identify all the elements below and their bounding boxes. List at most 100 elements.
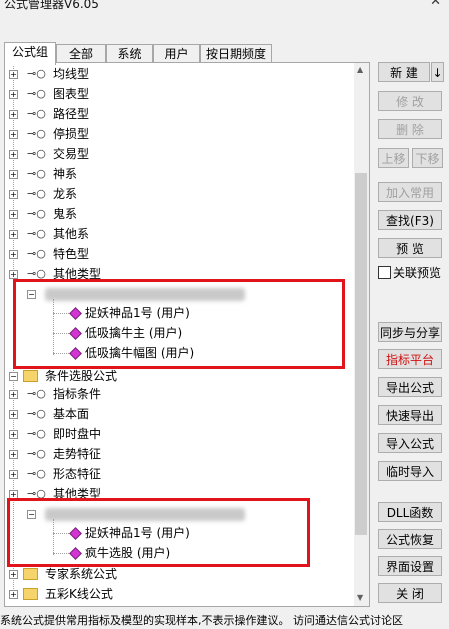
- formula-restore-button[interactable]: 公式恢复: [378, 529, 442, 549]
- tree-item-label: 指标条件: [53, 387, 102, 401]
- collapse-icon[interactable]: −: [9, 372, 18, 381]
- formula-key-icon: ⊸○: [27, 167, 46, 180]
- formula-key-icon: ⊸○: [27, 227, 46, 240]
- formula-tree[interactable]: + ⊸○ 均线型 + ⊸○ 图表型 + ⊸○ 路径型 + ⊸○ 停损型 + ⊸○…: [4, 62, 370, 607]
- formula-key-icon: ⊸○: [27, 427, 46, 440]
- scroll-up-icon[interactable]: ▲: [357, 65, 363, 74]
- scroll-down-icon[interactable]: ▼: [357, 593, 363, 602]
- move-down-button[interactable]: 下移: [412, 148, 443, 168]
- expand-icon[interactable]: +: [9, 210, 18, 219]
- add-common-button[interactable]: 加入常用: [378, 182, 442, 202]
- dll-functions-button[interactable]: DLL函数: [378, 502, 442, 522]
- folder-icon: [23, 568, 38, 580]
- tree-item[interactable]: + ⊸○ 鬼系: [5, 205, 345, 223]
- tree-item-label: 特色型: [53, 247, 90, 261]
- title-bar: 公式管理器V6.05 ✕: [0, 0, 449, 13]
- tree-item-label: 停损型: [53, 127, 90, 141]
- modify-button[interactable]: 修 改: [378, 91, 442, 111]
- new-button[interactable]: 新 建: [378, 62, 430, 82]
- expand-icon[interactable]: +: [9, 130, 18, 139]
- tab-all[interactable]: 全部: [56, 44, 106, 64]
- expand-icon[interactable]: +: [9, 430, 18, 439]
- formula-key-icon: ⊸○: [27, 67, 46, 80]
- tree-item-label: 即时盘中: [53, 427, 102, 441]
- sync-share-button[interactable]: 同步与分享: [378, 322, 442, 342]
- tree-folder-label: 专家系统公式: [45, 567, 118, 581]
- tree-item-label: 神系: [53, 167, 78, 181]
- tree-item-label: 图表型: [53, 87, 90, 101]
- tree-item[interactable]: + ⊸○ 特色型: [5, 245, 345, 263]
- formula-key-icon: ⊸○: [27, 127, 46, 140]
- tree-item[interactable]: + ⊸○ 路径型: [5, 105, 345, 123]
- quick-export-button[interactable]: 快速导出: [378, 405, 442, 425]
- expand-icon[interactable]: +: [9, 470, 18, 479]
- tree-folder-condition[interactable]: − 条件选股公式: [5, 367, 345, 385]
- tab-system[interactable]: 系统: [106, 44, 153, 64]
- new-dropdown-icon[interactable]: ↓: [431, 62, 444, 82]
- tree-item[interactable]: + ⊸○ 图表型: [5, 85, 345, 103]
- tree-folder-kline[interactable]: + 五彩K线公式: [5, 585, 345, 603]
- formula-key-icon: ⊸○: [27, 107, 46, 120]
- interface-settings-button[interactable]: 界面设置: [378, 556, 442, 576]
- tree-item[interactable]: + ⊸○ 停损型: [5, 125, 345, 143]
- expand-icon[interactable]: +: [9, 250, 18, 259]
- expand-icon[interactable]: +: [9, 150, 18, 159]
- tree-item-label: 形态特征: [53, 467, 102, 481]
- preview-button[interactable]: 预 览: [378, 238, 442, 258]
- tree-folder-label: 五彩K线公式: [45, 587, 113, 601]
- tree-item-label: 路径型: [53, 107, 90, 121]
- export-formula-button[interactable]: 导出公式: [378, 377, 442, 397]
- move-up-button[interactable]: 上移: [378, 148, 409, 168]
- expand-icon[interactable]: +: [9, 110, 18, 119]
- expand-icon[interactable]: +: [9, 170, 18, 179]
- delete-button[interactable]: 删 除: [378, 119, 442, 139]
- folder-icon: [23, 370, 38, 382]
- formula-key-icon: ⊸○: [27, 387, 46, 400]
- tab-formula-group[interactable]: 公式组: [4, 42, 56, 65]
- tree-item-label: 基本面: [53, 407, 90, 421]
- temp-import-button[interactable]: 临时导入: [378, 461, 442, 481]
- highlight-box-2: [7, 498, 310, 567]
- expand-icon[interactable]: +: [9, 270, 18, 279]
- indicator-platform-button[interactable]: 指标平台: [378, 349, 442, 369]
- status-text: 系统公式提供常用指标及模型的实现样本,不表示操作建议。 访问通达信公式讨论区: [0, 614, 403, 627]
- formula-key-icon: ⊸○: [27, 147, 46, 160]
- close-button[interactable]: 关 闭: [378, 583, 442, 603]
- tab-user[interactable]: 用户: [153, 44, 200, 64]
- tab-by-date-frequency[interactable]: 按日期频度: [200, 44, 272, 64]
- tree-item[interactable]: + ⊸○ 龙系: [5, 185, 345, 203]
- import-formula-button[interactable]: 导入公式: [378, 433, 442, 453]
- tree-item[interactable]: + ⊸○ 走势特征: [5, 445, 345, 463]
- expand-icon[interactable]: +: [9, 590, 18, 599]
- tree-item[interactable]: + ⊸○ 形态特征: [5, 465, 345, 483]
- expand-icon[interactable]: +: [9, 390, 18, 399]
- formula-key-icon: ⊸○: [27, 447, 46, 460]
- window-title: 公式管理器V6.05: [4, 0, 99, 11]
- tree-item[interactable]: + ⊸○ 交易型: [5, 145, 345, 163]
- tree-item[interactable]: + ⊸○ 均线型: [5, 65, 345, 83]
- tree-item[interactable]: + ⊸○ 指标条件: [5, 385, 345, 403]
- tree-item[interactable]: + ⊸○ 神系: [5, 165, 345, 183]
- tree-item[interactable]: + ⊸○ 即时盘中: [5, 425, 345, 443]
- scrollbar-thumb[interactable]: [355, 173, 367, 535]
- link-preview-checkbox[interactable]: [378, 266, 391, 279]
- expand-icon[interactable]: +: [9, 90, 18, 99]
- formula-key-icon: ⊸○: [27, 207, 46, 220]
- expand-icon[interactable]: +: [9, 70, 18, 79]
- expand-icon[interactable]: +: [9, 450, 18, 459]
- tree-folder-label: 条件选股公式: [45, 369, 118, 383]
- tree-item-label: 走势特征: [53, 447, 102, 461]
- find-button[interactable]: 查找(F3): [378, 210, 442, 230]
- tree-folder-expert[interactable]: + 专家系统公式: [5, 565, 345, 583]
- expand-icon[interactable]: +: [9, 190, 18, 199]
- tree-item-label: 龙系: [53, 187, 78, 201]
- close-window-icon[interactable]: ✕: [430, 0, 441, 9]
- formula-key-icon: ⊸○: [27, 247, 46, 260]
- expand-icon[interactable]: +: [9, 570, 18, 579]
- formula-key-icon: ⊸○: [27, 187, 46, 200]
- tree-item-label: 其他系: [53, 227, 90, 241]
- tree-item[interactable]: + ⊸○ 基本面: [5, 405, 345, 423]
- expand-icon[interactable]: +: [9, 410, 18, 419]
- tree-item[interactable]: + ⊸○ 其他系: [5, 225, 345, 243]
- expand-icon[interactable]: +: [9, 230, 18, 239]
